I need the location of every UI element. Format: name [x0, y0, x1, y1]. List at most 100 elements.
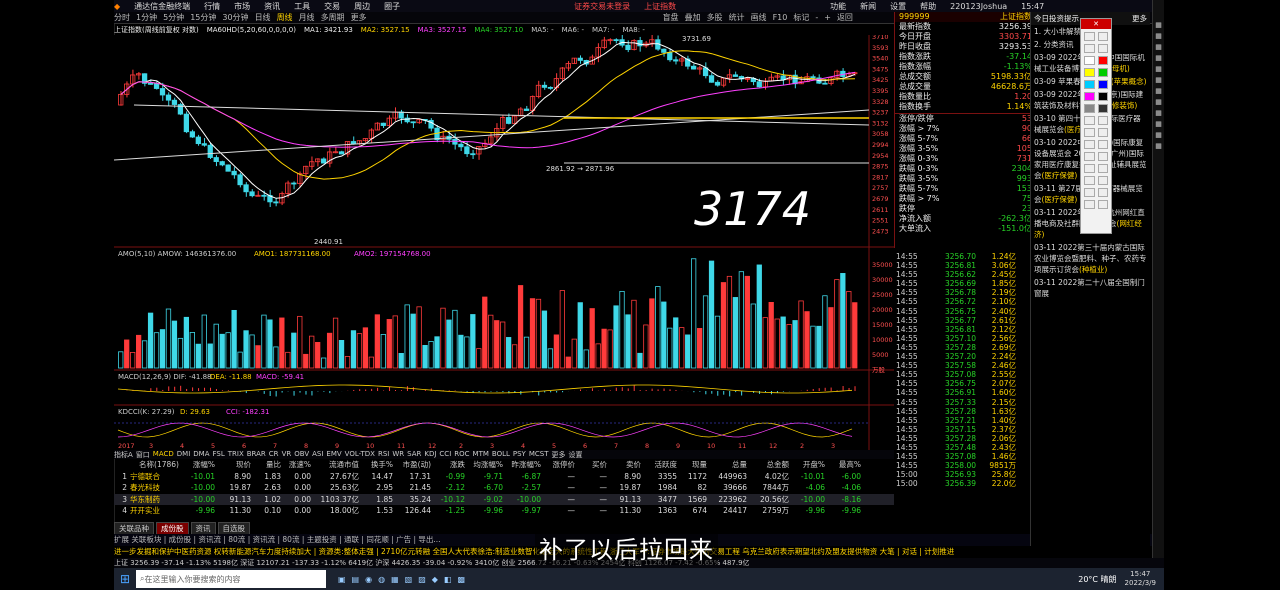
indicator-tab[interactable]: DMA [193, 450, 209, 459]
indicator-tab[interactable]: ASI [312, 450, 323, 459]
tool-button[interactable]: 画线 [751, 12, 767, 23]
indicator-tab[interactable]: CR [269, 450, 279, 459]
draw-tool-button[interactable] [1084, 92, 1095, 101]
indicator-tab[interactable]: 指标A [114, 450, 133, 459]
menu-item-6[interactable]: 圈子 [384, 1, 400, 12]
draw-tool-button[interactable] [1084, 44, 1095, 53]
weather[interactable]: 20°C 晴朗 [1078, 574, 1116, 585]
column-header[interactable]: 买价 [578, 459, 610, 471]
period-tab[interactable]: 分时 [114, 12, 130, 23]
login-link[interactable]: 上证指数 [644, 1, 676, 12]
draw-tool-button[interactable] [1084, 152, 1095, 161]
column-header[interactable]: 最高% [828, 459, 864, 471]
indicator-tab[interactable]: PSY [513, 450, 526, 459]
news-more-link[interactable]: 更多 [1132, 13, 1147, 24]
indicator-tab[interactable]: DMI [177, 450, 191, 459]
draw-tool-button[interactable] [1084, 32, 1095, 41]
tool-button[interactable]: + [824, 13, 831, 22]
side-tool-icons[interactable]: ▦ ▦ ▦ ▦ ▦ ▦ ▦ ▦ ▦ ▦ ▦ ▦ [1153, 20, 1164, 152]
draw-tool-button[interactable] [1097, 44, 1108, 53]
draw-tool-button[interactable] [1097, 164, 1108, 173]
indicator-tab[interactable]: VR [282, 450, 292, 459]
column-header[interactable]: 活跃度 [644, 459, 680, 471]
draw-tool-button[interactable] [1084, 56, 1095, 65]
column-header[interactable]: 卖价 [610, 459, 644, 471]
column-header[interactable]: 涨幅% [182, 459, 218, 471]
bottom-tab[interactable]: 资讯 [190, 521, 216, 535]
draw-tool-button[interactable] [1084, 104, 1095, 113]
column-header[interactable]: 流通市值 [314, 459, 362, 471]
right-menu-1[interactable]: 新闻 [860, 1, 876, 12]
draw-tool-button[interactable] [1084, 80, 1095, 89]
kline-chart-area[interactable]: 3710359335403475342533953328323731323058… [114, 35, 894, 450]
period-tab[interactable]: 30分钟 [222, 12, 248, 23]
period-tab[interactable]: 日线 [255, 12, 271, 23]
indicator-tab[interactable]: MTM [473, 450, 489, 459]
column-header[interactable]: 现量 [680, 459, 710, 471]
login-status[interactable]: 证券交易未登录 [574, 1, 630, 12]
taskbar-app-icons[interactable]: ▣▤◉◍▦▧▨◆◧▩ [338, 575, 471, 584]
tool-button[interactable]: F10 [773, 13, 788, 22]
right-menu-3[interactable]: 帮助 [920, 1, 936, 12]
indicator-tab[interactable]: ROC [454, 450, 469, 459]
tool-button[interactable]: 统计 [729, 12, 745, 23]
period-tab[interactable]: 5分钟 [163, 12, 184, 23]
menu-item-4[interactable]: 交易 [324, 1, 340, 12]
draw-tool-button[interactable] [1084, 68, 1095, 77]
draw-tool-button[interactable] [1084, 176, 1095, 185]
toolbox-close-button[interactable]: ✕ [1081, 19, 1111, 29]
period-tab[interactable]: 1分钟 [136, 12, 157, 23]
tool-button[interactable]: 盲盘 [663, 12, 679, 23]
draw-tool-button[interactable] [1097, 68, 1108, 77]
draw-tool-button[interactable] [1097, 176, 1108, 185]
menu-item-3[interactable]: 工具 [294, 1, 310, 12]
table-row[interactable]: 1 宁德联合 -10.01 8.90 1.83 0.00 27.67亿 14.47 17.31 -… [114, 471, 894, 483]
tool-button[interactable]: 叠加 [685, 12, 701, 23]
period-tab[interactable]: 15分钟 [190, 12, 216, 23]
draw-tool-button[interactable] [1097, 140, 1108, 149]
indicator-tab[interactable]: RSI [378, 450, 389, 459]
draw-tool-button[interactable] [1097, 188, 1108, 197]
news-item[interactable]: 03-11 2022第二十八届全国制门窗展 [1031, 276, 1150, 300]
column-header[interactable]: 名称(1786) [130, 459, 182, 471]
indicator-tab[interactable]: 更多 [552, 450, 566, 459]
draw-tool-button[interactable] [1084, 188, 1095, 197]
indicator-tab[interactable]: 设置 [569, 450, 583, 459]
draw-tool-button[interactable] [1097, 32, 1108, 41]
bottom-tab[interactable]: 自选股 [217, 521, 250, 535]
draw-tool-button[interactable] [1084, 200, 1095, 209]
period-tab-active[interactable]: 周线 [277, 12, 293, 23]
taskbar-search-box[interactable]: ⌕ 在这里输入你要搜索的内容 [136, 570, 326, 588]
indicator-tab[interactable]: VOL-TDX [345, 450, 375, 459]
period-tab[interactable]: 月线 [299, 12, 315, 23]
column-header[interactable]: 量比 [254, 459, 284, 471]
draw-tool-button[interactable] [1097, 116, 1108, 125]
draw-tool-button[interactable] [1097, 92, 1108, 101]
menu-item-1[interactable]: 市场 [234, 1, 250, 12]
windows-start-icon[interactable]: ⊞ [114, 572, 136, 586]
draw-tool-button[interactable] [1084, 128, 1095, 137]
indicator-tab[interactable]: 窗口 [136, 450, 150, 459]
indicator-tab[interactable]: BOLL [492, 450, 510, 459]
period-tab[interactable]: 更多 [351, 12, 367, 23]
bottom-tab[interactable]: 关联品种 [114, 521, 154, 535]
menu-item-5[interactable]: 周边 [354, 1, 370, 12]
bottom-tab-active[interactable]: 成份股 [156, 521, 189, 535]
draw-tool-button[interactable] [1097, 152, 1108, 161]
draw-tool-button[interactable] [1097, 56, 1108, 65]
draw-tool-button[interactable] [1097, 80, 1108, 89]
column-header[interactable]: 开盘% [792, 459, 828, 471]
indicator-tab[interactable]: KDJ [424, 450, 436, 459]
indicator-tab[interactable]: OBV [294, 450, 309, 459]
draw-tool-button[interactable] [1084, 140, 1095, 149]
tool-button[interactable]: - [815, 13, 818, 22]
indicator-tab[interactable]: BRAR [247, 450, 266, 459]
menu-item-0[interactable]: 行情 [204, 1, 220, 12]
right-menu-0[interactable]: 功能 [830, 1, 846, 12]
tool-button[interactable]: 标记 [793, 12, 809, 23]
indicator-tab[interactable]: TRIX [228, 450, 244, 459]
table-row[interactable]: 3 华东制药 -10.00 91.13 1.02 0.00 1103.37亿 1.85 35.2… [114, 493, 894, 505]
draw-tool-button[interactable] [1084, 164, 1095, 173]
right-menu-2[interactable]: 设置 [890, 1, 906, 12]
column-header[interactable]: 涨速% [284, 459, 314, 471]
